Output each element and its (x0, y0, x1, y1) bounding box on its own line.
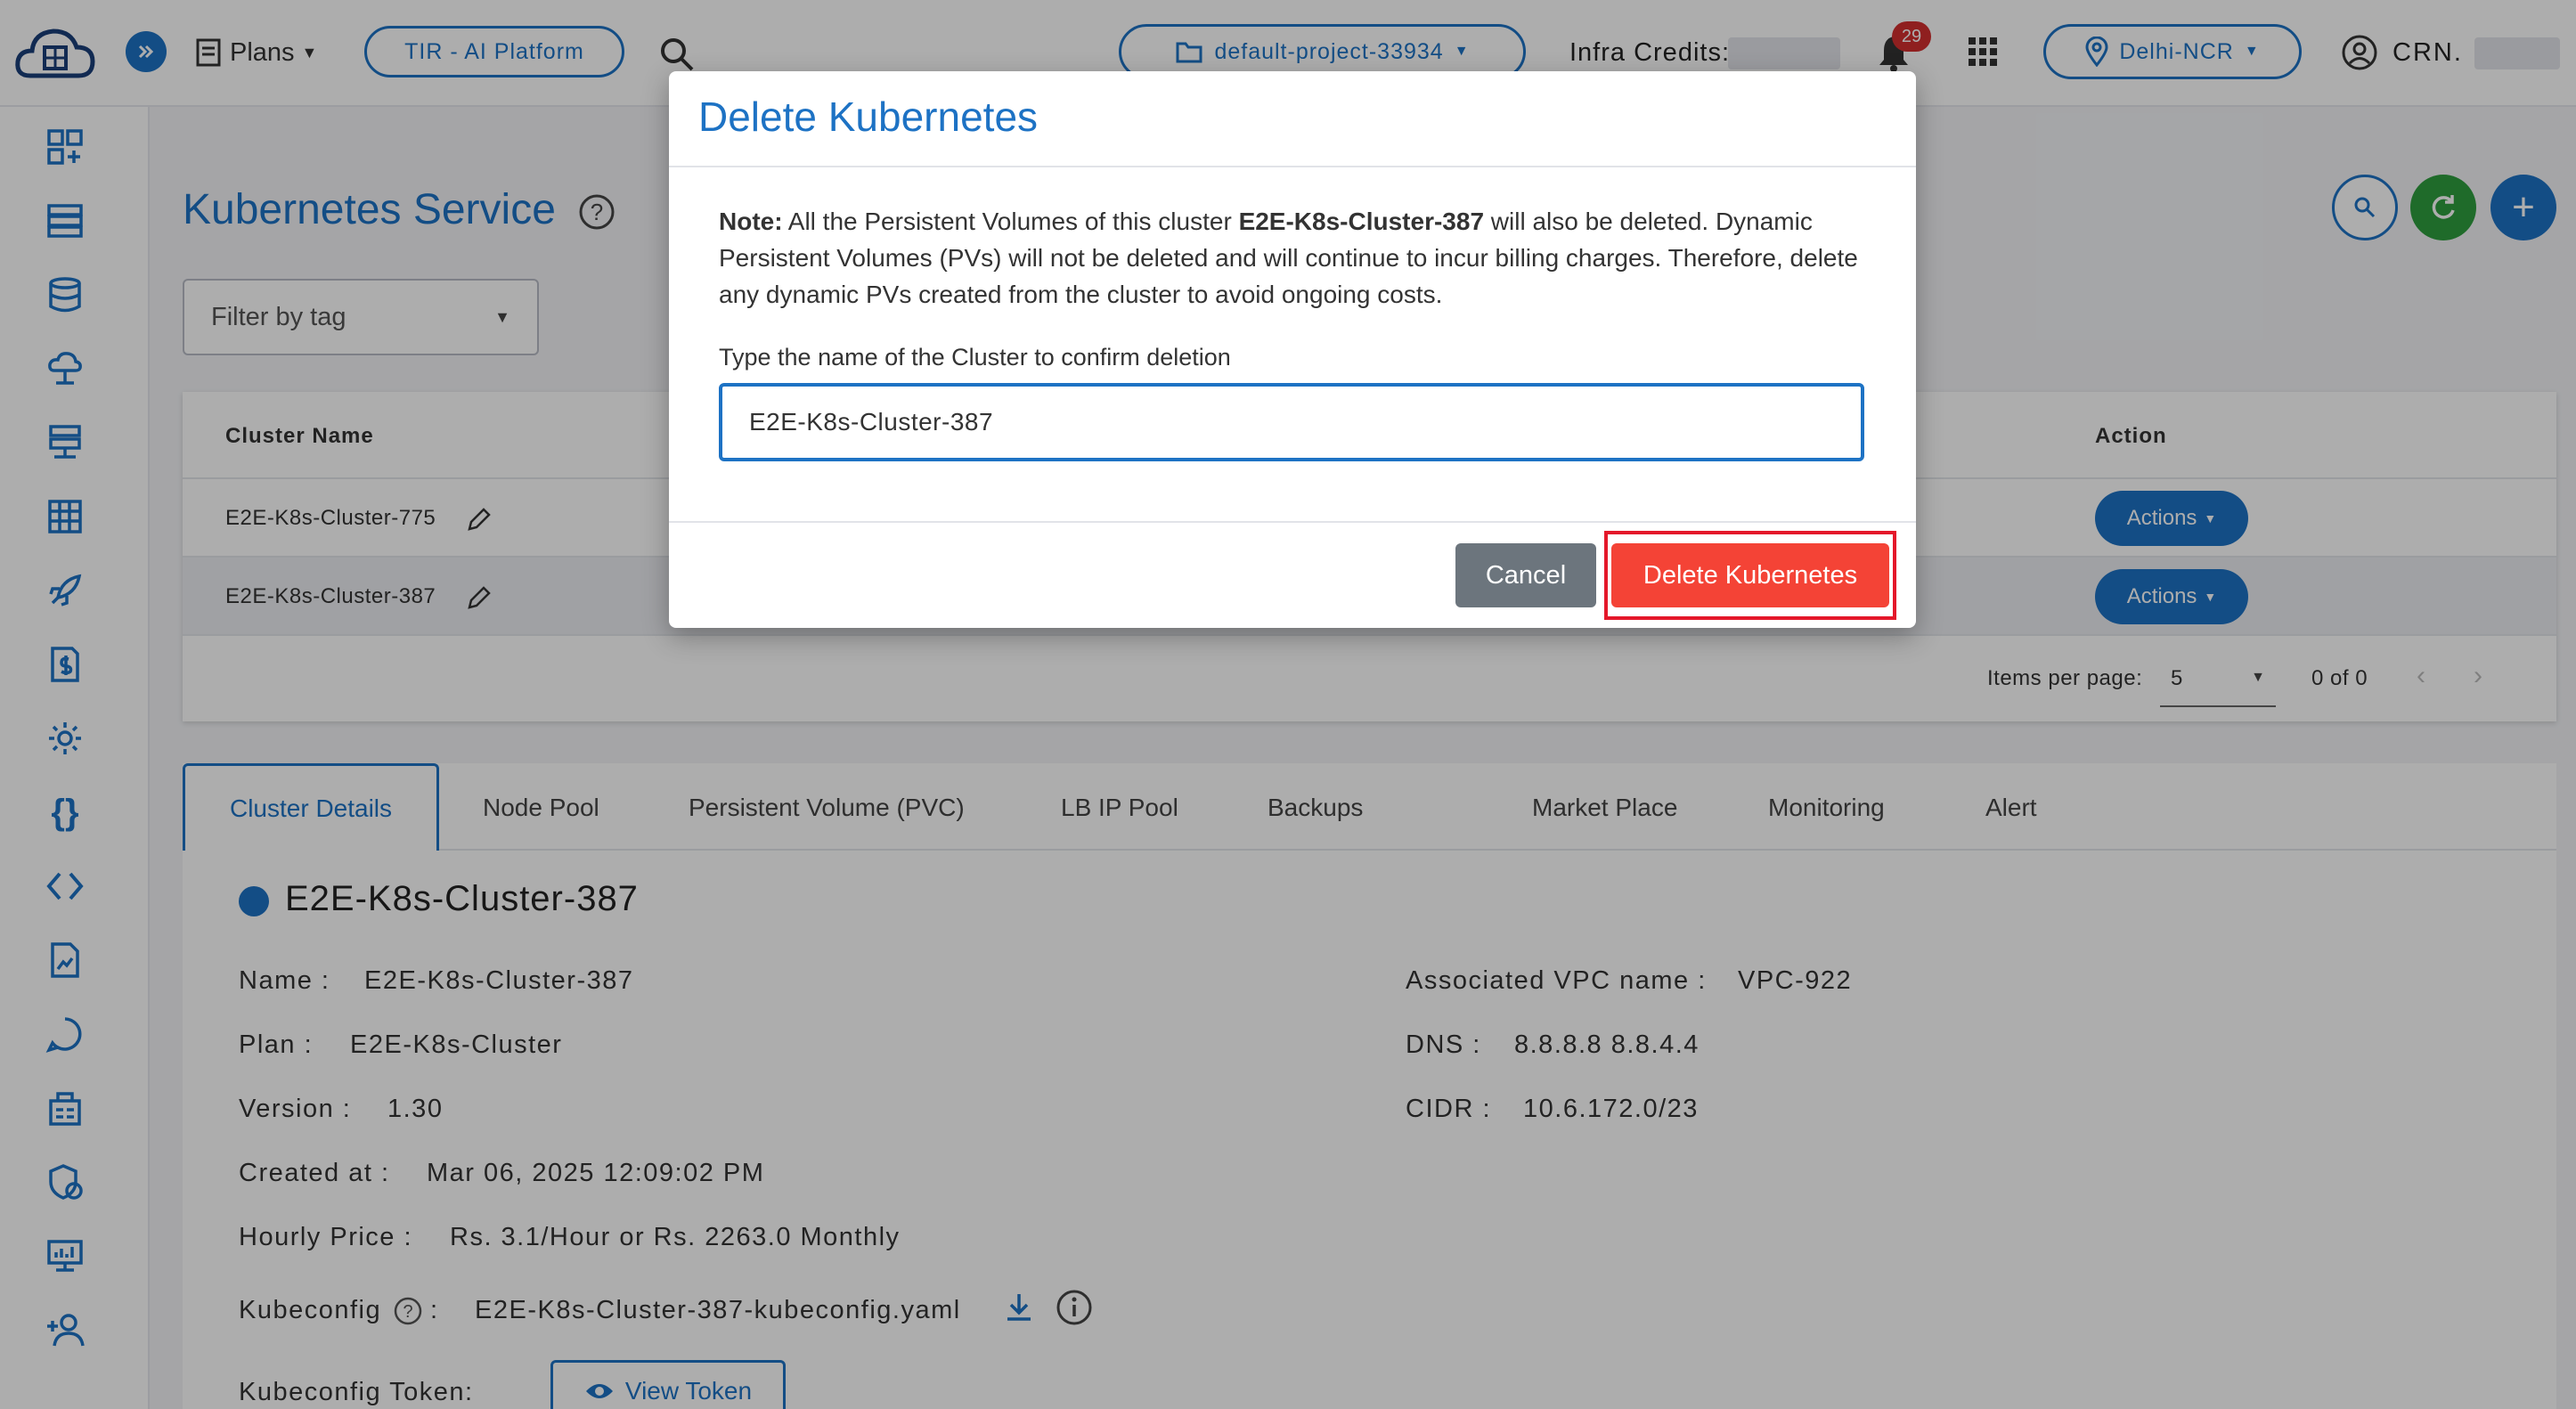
divider (669, 166, 1916, 167)
dialog-title: Delete Kubernetes (698, 94, 1039, 140)
note-text-1: All the Persistent Volumes of this clust… (782, 208, 1239, 235)
confirm-name-label: Type the name of the Cluster to confirm … (719, 344, 1231, 371)
deletion-note: Note: All the Persistent Volumes of this… (719, 203, 1877, 313)
delete-kubernetes-button[interactable]: Delete Kubernetes (1611, 543, 1889, 607)
divider (669, 521, 1916, 523)
note-prefix: Note: (719, 208, 783, 235)
cancel-button[interactable]: Cancel (1455, 543, 1596, 607)
note-cluster-name: E2E-K8s-Cluster-387 (1238, 208, 1485, 235)
confirm-cluster-name-input[interactable] (719, 383, 1864, 461)
delete-kubernetes-dialog: Delete Kubernetes Note: All the Persiste… (669, 71, 1916, 628)
